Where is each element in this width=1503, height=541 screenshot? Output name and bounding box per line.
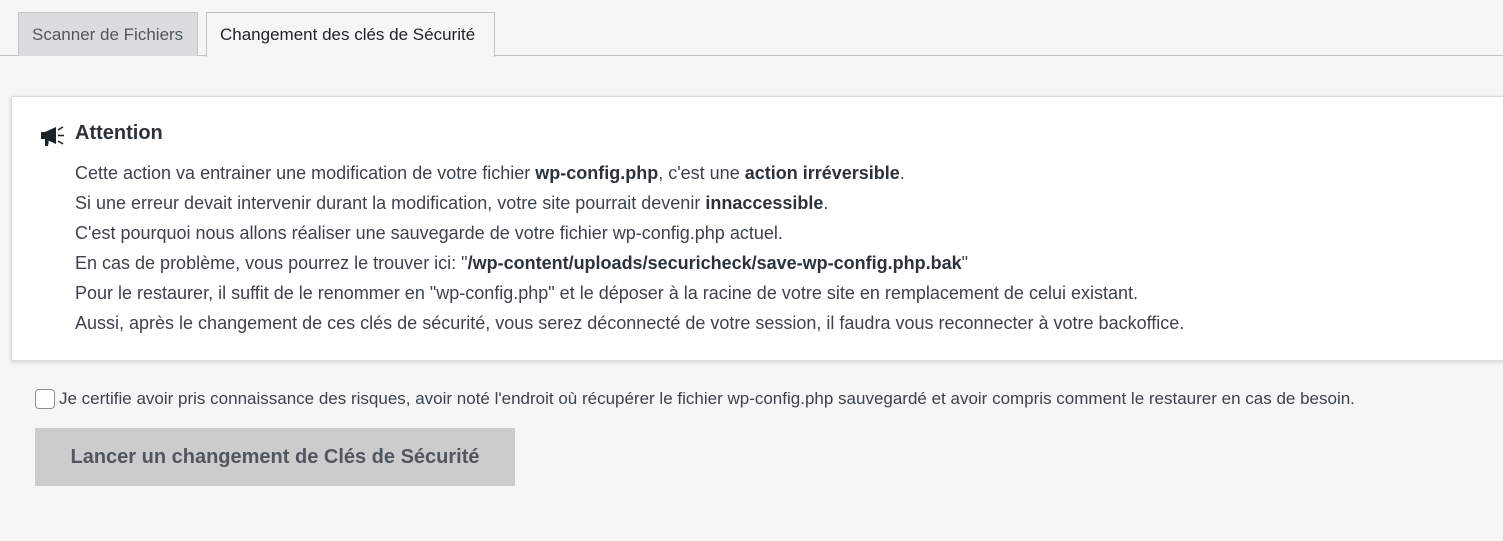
confirm-label[interactable]: Je certifie avoir pris connaissance des … xyxy=(59,389,1355,409)
notice-line-6: Aussi, après le changement de ces clés d… xyxy=(75,313,1185,333)
notice-line-1: Cette action va entrainer une modificati… xyxy=(75,163,905,183)
confirm-row: Je certifie avoir pris connaissance des … xyxy=(35,388,1355,410)
notice-line-3: C'est pourquoi nous allons réaliser une … xyxy=(75,223,783,243)
notice-body: Cette action va entrainer une modificati… xyxy=(75,158,1184,338)
tab-changement-cles-securite[interactable]: Changement des clés de Sécurité xyxy=(206,12,495,57)
tab-bar: Scanner de Fichiers Changement des clés … xyxy=(0,0,1503,57)
confirm-checkbox[interactable] xyxy=(35,389,55,409)
attention-notice: Attention Cette action va entrainer une … xyxy=(11,96,1503,361)
notice-line-4: En cas de problème, vous pourrez le trou… xyxy=(75,253,969,273)
megaphone-icon xyxy=(39,124,65,148)
notice-line-5: Pour le restaurer, il suffit de le renom… xyxy=(75,283,1139,303)
notice-line-2: Si une erreur devait intervenir durant l… xyxy=(75,193,829,213)
tab-scanner-de-fichiers[interactable]: Scanner de Fichiers xyxy=(18,12,198,56)
launch-key-change-button[interactable]: Lancer un changement de Clés de Sécurité xyxy=(35,428,515,486)
notice-title: Attention xyxy=(75,122,163,144)
